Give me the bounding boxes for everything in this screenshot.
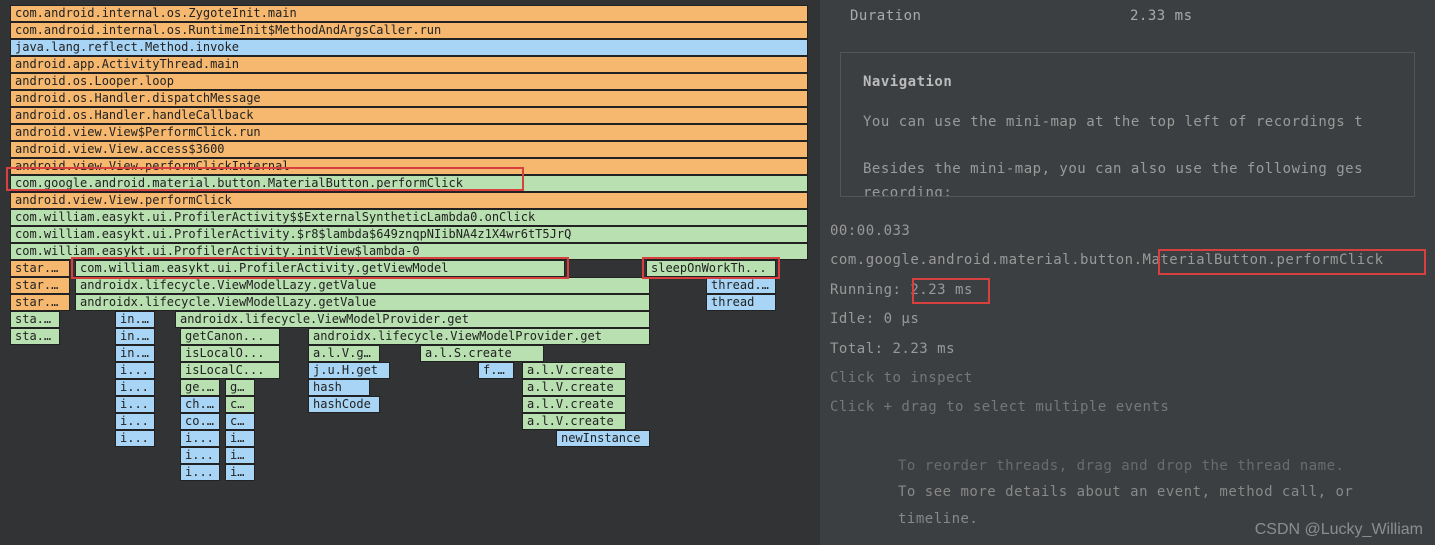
footer-line-2: To see more details about an event, meth…: [898, 479, 1415, 506]
flame-frame[interactable]: androidx.lifecycle.ViewModelLazy.getValu…: [75, 294, 650, 311]
flame-frame[interactable]: ch...: [180, 396, 220, 413]
flame-frame[interactable]: android.view.View.performClickInternal: [10, 158, 808, 175]
watermark: CSDN @Lucky_William: [1255, 521, 1423, 539]
flame-frame[interactable]: i...: [225, 430, 255, 447]
flame-frame[interactable]: i...: [115, 362, 155, 379]
flame-frame[interactable]: in...: [115, 311, 155, 328]
flame-frame[interactable]: newInstance: [556, 430, 650, 447]
idle-value: Idle: 0 μs: [830, 305, 1425, 334]
hover-tooltip: 00:00.033 com.google.android.material.bu…: [830, 217, 1425, 423]
running-value: 2.23 ms: [910, 282, 973, 298]
tooltip-hint-2: Click + drag to select multiple events: [830, 393, 1425, 422]
flame-frame[interactable]: thread: [706, 294, 776, 311]
flame-frame[interactable]: isLocalO...: [180, 345, 280, 362]
flame-frame[interactable]: com.william.easykt.ui.ProfilerActivity.g…: [75, 260, 565, 277]
flame-frame[interactable]: ge...: [180, 379, 220, 396]
flame-frame[interactable]: i...: [180, 430, 220, 447]
tooltip-method-highlight: MaterialButton.performClick: [1143, 252, 1384, 268]
flame-frame[interactable]: hashCode: [308, 396, 380, 413]
nav-text-1: You can use the mini-map at the top left…: [863, 111, 1392, 135]
flame-frame[interactable]: com.google.android.material.button.Mater…: [10, 175, 808, 192]
flame-frame[interactable]: in...: [115, 328, 155, 345]
flame-frame[interactable]: a.l.V.create: [522, 379, 626, 396]
flame-frame[interactable]: sleepOnWorkTh...: [646, 260, 776, 277]
flame-frame[interactable]: android.os.Looper.loop: [10, 73, 808, 90]
flame-frame[interactable]: com.william.easykt.ui.ProfilerActivity.i…: [10, 243, 808, 260]
flame-frame[interactable]: com.android.internal.os.ZygoteInit.main: [10, 5, 808, 22]
flame-frame[interactable]: thread...: [706, 277, 776, 294]
flame-frame[interactable]: a.l.S.create: [420, 345, 544, 362]
flame-chart-panel[interactable]: com.android.internal.os.ZygoteInit.mainc…: [0, 0, 820, 545]
nav-text-3: recording:: [863, 182, 1392, 197]
navigation-help-box: Navigation You can use the mini-map at t…: [840, 52, 1415, 197]
duration-label: Duration: [850, 8, 1130, 24]
duration-row: Duration 2.33 ms: [850, 8, 1405, 24]
flame-frame[interactable]: co...: [180, 413, 220, 430]
running-label: Running:: [830, 282, 901, 298]
flame-frame[interactable]: android.app.ActivityThread.main: [10, 56, 808, 73]
flame-frame[interactable]: star...: [10, 294, 70, 311]
flame-frame[interactable]: androidx.lifecycle.ViewModelProvider.get: [308, 328, 650, 345]
flame-frame[interactable]: android.os.Handler.dispatchMessage: [10, 90, 808, 107]
flame-frame[interactable]: android.view.View.access$3600: [10, 141, 808, 158]
flame-frame[interactable]: g...: [225, 379, 255, 396]
total-value: Total: 2.23 ms: [830, 335, 1425, 364]
flame-frame[interactable]: c...: [225, 413, 255, 430]
flame-frame[interactable]: sta...: [10, 328, 60, 345]
flame-frame[interactable]: i...: [115, 413, 155, 430]
flame-frame[interactable]: a.l.V.create: [522, 362, 626, 379]
flame-frame[interactable]: i...: [225, 447, 255, 464]
flame-frame[interactable]: i...: [180, 447, 220, 464]
flame-frame[interactable]: a.l.V.create: [522, 413, 626, 430]
flame-frame[interactable]: i...: [115, 430, 155, 447]
flame-frame[interactable]: isLocalC...: [180, 362, 280, 379]
flame-frame[interactable]: i...: [225, 464, 255, 481]
flame-frame[interactable]: i...: [180, 464, 220, 481]
flame-frame[interactable]: com.william.easykt.ui.ProfilerActivity$$…: [10, 209, 808, 226]
flame-frame[interactable]: androidx.lifecycle.ViewModelProvider.get: [175, 311, 650, 328]
tooltip-hint-1: Click to inspect: [830, 364, 1425, 393]
flame-frame[interactable]: android.view.View$PerformClick.run: [10, 124, 808, 141]
flame-frame[interactable]: a.l.V.get: [308, 345, 380, 362]
footer-line-1: To reorder threads, drag and drop the th…: [898, 453, 1415, 480]
flame-frame[interactable]: sta...: [10, 311, 60, 328]
flame-frame[interactable]: i...: [115, 379, 155, 396]
flame-frame[interactable]: in...: [115, 345, 155, 362]
flame-frame[interactable]: f...: [478, 362, 514, 379]
flame-frame[interactable]: java.lang.reflect.Method.invoke: [10, 39, 808, 56]
flame-frame[interactable]: com.android.internal.os.RuntimeInit$Meth…: [10, 22, 808, 39]
flame-frame[interactable]: j.u.H.get: [308, 362, 390, 379]
flame-frame[interactable]: getCanon...: [180, 328, 280, 345]
nav-title: Navigation: [863, 71, 1392, 95]
flame-frame[interactable]: star...: [10, 277, 70, 294]
tooltip-method-prefix: com.google.android.material.button.: [830, 252, 1143, 268]
flame-frame[interactable]: c...: [225, 396, 255, 413]
flame-frame[interactable]: android.os.Handler.handleCallback: [10, 107, 808, 124]
nav-text-2: Besides the mini-map, you can also use t…: [863, 158, 1392, 182]
flame-frame[interactable]: com.william.easykt.ui.ProfilerActivity.$…: [10, 226, 808, 243]
flame-frame[interactable]: hash: [308, 379, 370, 396]
flame-frame[interactable]: star...: [10, 260, 70, 277]
flame-frame[interactable]: a.l.V.create: [522, 396, 626, 413]
tooltip-time: 00:00.033: [830, 217, 1425, 246]
flame-frame[interactable]: androidx.lifecycle.ViewModelLazy.getValu…: [75, 277, 650, 294]
flame-frame[interactable]: android.view.View.performClick: [10, 192, 808, 209]
details-panel: Duration 2.33 ms Navigation You can use …: [820, 0, 1435, 545]
flame-frame[interactable]: i...: [115, 396, 155, 413]
duration-value: 2.33 ms: [1130, 8, 1193, 24]
